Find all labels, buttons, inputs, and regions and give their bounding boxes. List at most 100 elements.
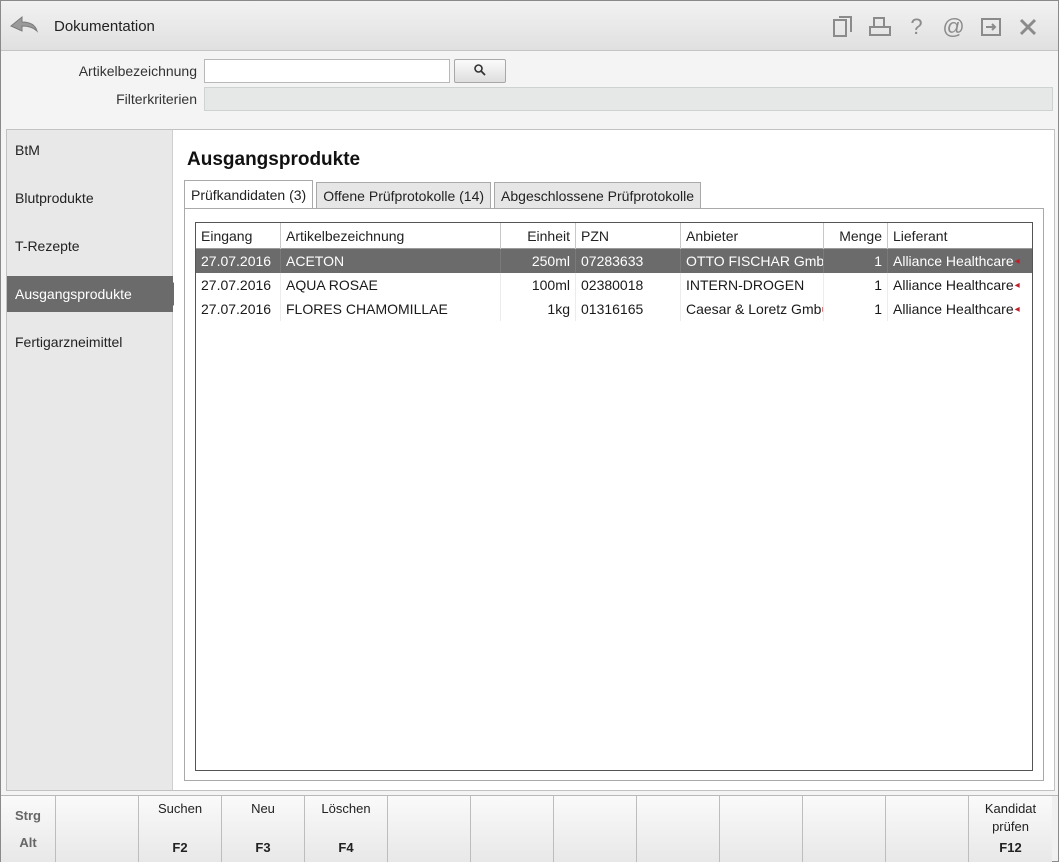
email-icon[interactable]: @ [935, 13, 972, 41]
fkey-code: F3 [255, 840, 271, 855]
fkey-code: F12 [999, 840, 1022, 855]
sidebar-item-ausgangsprodukte[interactable]: Ausgangsprodukte [7, 276, 184, 312]
fkey-label: Suchen [157, 801, 203, 816]
table-header: Eingang Artikelbezeichnung Einheit PZN A… [196, 223, 1032, 249]
cell-anbieter-text: Caesar & Loretz Gmb [686, 301, 822, 317]
pruefkandidaten-table[interactable]: Eingang Artikelbezeichnung Einheit PZN A… [195, 222, 1033, 771]
cell-eingang: 27.07.2016 [196, 297, 281, 321]
dokumentation-window: Dokumentation ? @ Artikelbezeichnung Fil… [0, 0, 1059, 862]
column-header-einheit[interactable]: Einheit [501, 223, 576, 249]
column-header-pzn[interactable]: PZN [576, 223, 681, 249]
content-area: Ausgangsprodukte Prüfkandidaten (3) Offe… [174, 130, 1054, 790]
cell-artikel: ACETON [281, 249, 501, 273]
filterkriterien-field[interactable] [204, 87, 1053, 111]
fkey-f6-button[interactable] [471, 796, 554, 862]
tab-pruefkandidaten[interactable]: Prüfkandidaten (3) [184, 180, 314, 208]
loeschen-button[interactable]: Löschen F4 [305, 796, 388, 862]
sidebar: BtM Blutprodukte T-Rezepte Ausgangsprodu… [7, 130, 184, 790]
cell-eingang: 27.07.2016 [196, 249, 281, 273]
cell-menge: 1 [824, 297, 888, 321]
column-header-menge[interactable]: Menge [824, 223, 888, 249]
cell-lieferant: Alliance Healthcare ◂ [888, 297, 1032, 321]
cell-artikel: AQUA ROSAE [281, 273, 501, 297]
artikelbezeichnung-label: Artikelbezeichnung [78, 63, 197, 79]
fkey-f10-button[interactable] [803, 796, 886, 862]
column-header-eingang[interactable]: Eingang [196, 223, 281, 249]
fkey-label: Kandidat prüfen [984, 801, 1037, 834]
fkey-f1-button[interactable] [56, 796, 139, 862]
cell-menge: 1 [824, 249, 888, 273]
table-row[interactable]: 27.07.2016 FLORES CHAMOMILLAE 1kg 013161… [196, 297, 1032, 321]
sidebar-item-btm[interactable]: BtM [7, 132, 173, 168]
table-row[interactable]: 27.07.2016 ACETON 250ml 07283633 OTTO FI… [196, 249, 1032, 273]
title-toolbar: ? @ [824, 13, 1046, 41]
tab-abgeschlossene-pruefprotokolle[interactable]: Abgeschlossene Prüfprotokolle [494, 182, 702, 208]
column-header-lieferant[interactable]: Lieferant [888, 223, 1032, 249]
cell-anbieter: Caesar & Loretz Gmb▸ [681, 297, 824, 321]
cell-lieferant-text: Alliance Healthcare [893, 277, 1014, 293]
title-bar: Dokumentation ? @ [1, 1, 1058, 51]
fkey-f5-button[interactable] [388, 796, 471, 862]
cell-einheit: 250ml [501, 249, 576, 273]
modifier-keys[interactable]: Strg Alt [1, 796, 56, 862]
export-icon[interactable] [972, 13, 1009, 41]
search-button[interactable] [454, 59, 506, 83]
search-area: Artikelbezeichnung Filterkriterien [1, 52, 1058, 124]
cell-eingang: 27.07.2016 [196, 273, 281, 297]
sidebar-item-label: BtM [15, 142, 40, 158]
strg-key-label: Strg [15, 808, 41, 823]
cell-einheit: 1kg [501, 297, 576, 321]
cell-artikel: FLORES CHAMOMILLAE [281, 297, 501, 321]
sidebar-item-blutprodukte[interactable]: Blutprodukte [7, 180, 173, 216]
truncation-marker-icon: ◂ [1014, 255, 1020, 267]
fkey-f9-button[interactable] [720, 796, 803, 862]
function-key-bar: Strg Alt Suchen F2 Neu F3 Löschen F4 Kandid… [1, 795, 1058, 862]
suchen-button[interactable]: Suchen F2 [139, 796, 222, 862]
column-header-artikelbezeichnung[interactable]: Artikelbezeichnung [281, 223, 501, 249]
cell-anbieter-text: OTTO FISCHAR Gmb [686, 253, 824, 269]
tab-offene-pruefprotokolle[interactable]: Offene Prüfprotokolle (14) [316, 182, 492, 208]
artikelbezeichnung-input[interactable] [204, 59, 450, 83]
neu-button[interactable]: Neu F3 [222, 796, 305, 862]
table-row[interactable]: 27.07.2016 AQUA ROSAE 100ml 02380018 INT… [196, 273, 1032, 297]
fkey-code: F2 [172, 840, 188, 855]
alt-key-label: Alt [19, 835, 37, 850]
page-title: Ausgangsprodukte [187, 149, 361, 170]
truncation-marker-icon: ◂ [1014, 303, 1020, 315]
filterkriterien-label: Filterkriterien [116, 91, 197, 107]
fkey-f7-button[interactable] [554, 796, 637, 862]
cell-pzn: 02380018 [576, 273, 681, 297]
print-icon[interactable] [861, 13, 898, 41]
help-icon[interactable]: ? [898, 13, 935, 41]
tab-bar: Prüfkandidaten (3) Offene Prüfprotokolle… [184, 180, 704, 208]
window-title: Dokumentation [54, 18, 155, 35]
column-header-anbieter[interactable]: Anbieter [681, 223, 824, 249]
kandidat-pruefen-button[interactable]: Kandidat prüfen F12 [969, 796, 1052, 862]
sidebar-item-label: Blutprodukte [15, 190, 94, 206]
cell-lieferant-text: Alliance Healthcare [893, 301, 1014, 317]
cell-lieferant-text: Alliance Healthcare [893, 253, 1014, 269]
main-panel: BtM Blutprodukte T-Rezepte Ausgangsprodu… [6, 129, 1055, 791]
fkey-label: Neu [251, 801, 275, 816]
sidebar-item-fertigarzneimittel[interactable]: Fertigarzneimittel [7, 324, 173, 360]
fkey-f11-button[interactable] [886, 796, 969, 862]
fkey-label: Löschen [321, 801, 371, 816]
cell-einheit: 100ml [501, 273, 576, 297]
sidebar-item-t-rezepte[interactable]: T-Rezepte [7, 228, 173, 264]
fkey-f8-button[interactable] [637, 796, 720, 862]
sidebar-item-label: Fertigarzneimittel [15, 334, 123, 350]
fkey-code: F4 [338, 840, 354, 855]
cell-lieferant: Alliance Healthcare ◂ [888, 249, 1032, 273]
close-icon[interactable] [1009, 13, 1046, 41]
cell-anbieter: OTTO FISCHAR Gmb▸ [681, 249, 824, 273]
sidebar-item-label: Ausgangsprodukte [15, 286, 132, 302]
back-arrow-icon[interactable] [9, 13, 39, 39]
cell-lieferant: Alliance Healthcare ◂ [888, 273, 1032, 297]
truncation-marker-icon: ◂ [1014, 279, 1020, 291]
cell-anbieter: INTERN-DROGEN [681, 273, 824, 297]
cell-pzn: 07283633 [576, 249, 681, 273]
tab-panel: Eingang Artikelbezeichnung Einheit PZN A… [184, 208, 1044, 781]
copy-icon[interactable] [824, 13, 861, 41]
cell-menge: 1 [824, 273, 888, 297]
cell-pzn: 01316165 [576, 297, 681, 321]
